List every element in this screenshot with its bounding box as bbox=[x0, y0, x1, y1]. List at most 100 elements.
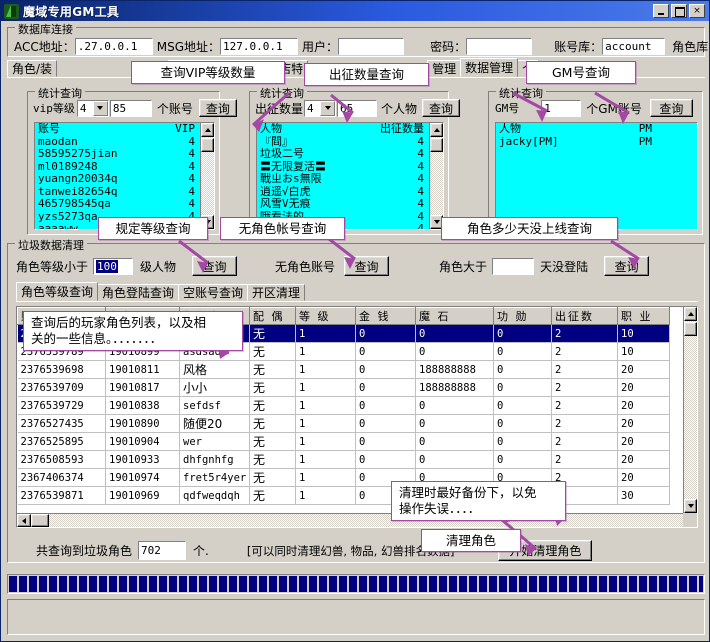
table-cell[interactable]: 0 bbox=[356, 361, 416, 379]
table-cell[interactable]: 19010890 bbox=[106, 415, 180, 433]
table-cell[interactable]: 0 bbox=[416, 433, 494, 451]
table-cell[interactable]: 2376508593 bbox=[18, 451, 106, 469]
minimize-button[interactable] bbox=[653, 4, 669, 18]
table-cell[interactable]: 无 bbox=[250, 469, 296, 487]
user-input[interactable] bbox=[338, 38, 404, 55]
table-cell[interactable]: 1 bbox=[296, 397, 356, 415]
table-cell[interactable]: dhfgnhfg bbox=[180, 451, 250, 469]
table-cell[interactable]: 0 bbox=[494, 343, 552, 361]
table-cell[interactable]: 0 bbox=[494, 325, 552, 343]
total-junk-value[interactable]: 702 bbox=[138, 541, 186, 560]
table-cell[interactable]: 0 bbox=[494, 379, 552, 397]
table-cell[interactable]: 30 bbox=[618, 487, 670, 505]
table-cell[interactable]: fret5r4yer bbox=[180, 469, 250, 487]
table-cell[interactable]: 2367406374 bbox=[18, 469, 106, 487]
table-cell[interactable]: 2376539871 bbox=[18, 487, 106, 505]
table-cell[interactable]: 1 bbox=[296, 415, 356, 433]
table-cell[interactable]: sefdsf bbox=[180, 397, 250, 415]
table-cell[interactable]: 2 bbox=[552, 343, 618, 361]
account-db-input[interactable]: account bbox=[602, 38, 665, 55]
table-cell[interactable]: 19010974 bbox=[106, 469, 180, 487]
table-cell[interactable]: 1 bbox=[296, 433, 356, 451]
col-money[interactable]: 金 钱 bbox=[356, 308, 416, 325]
table-cell[interactable]: 20 bbox=[618, 379, 670, 397]
close-button[interactable]: × bbox=[689, 4, 705, 18]
tab-manage[interactable]: 管理 bbox=[427, 60, 461, 77]
gm-account-list[interactable]: 人物 PM jacky[PM]PM bbox=[495, 122, 698, 230]
table-cell[interactable]: 2376527435 bbox=[18, 415, 106, 433]
table-cell[interactable]: 0 bbox=[356, 325, 416, 343]
password-input[interactable] bbox=[466, 38, 532, 55]
table-row[interactable]: 237653987119010969qdfweqdqh无1000230 bbox=[18, 487, 670, 505]
col-level[interactable]: 等 级 bbox=[296, 308, 356, 325]
table-cell[interactable]: 0 bbox=[416, 451, 494, 469]
table-row[interactable]: 236740637419010974fret5r4yer无1000220 bbox=[18, 469, 670, 487]
table-cell[interactable]: 19010838 bbox=[106, 397, 180, 415]
table-cell[interactable]: 20 bbox=[618, 433, 670, 451]
col-battle-count[interactable]: 出征数 bbox=[552, 308, 618, 325]
scroll-down-icon[interactable] bbox=[684, 499, 697, 513]
days-input[interactable] bbox=[492, 258, 534, 275]
table-cell[interactable]: 1 bbox=[296, 451, 356, 469]
col-merit[interactable]: 功 勋 bbox=[494, 308, 552, 325]
table-cell[interactable]: 0 bbox=[416, 397, 494, 415]
list-item[interactable]: yuangn20034q4 bbox=[35, 173, 214, 186]
scroll-track[interactable] bbox=[684, 321, 697, 499]
battle-query-button[interactable]: 查询 bbox=[422, 99, 460, 117]
col-profession[interactable]: 职 业 bbox=[618, 308, 670, 325]
list-item[interactable]: ml01892484 bbox=[35, 161, 214, 174]
level-less-than-input[interactable]: 100 bbox=[93, 258, 133, 275]
days-query-button[interactable]: 查询 bbox=[604, 256, 649, 276]
table-cell[interactable]: 0 bbox=[356, 379, 416, 397]
table-row[interactable]: 237652589519010904wer无1000220 bbox=[18, 433, 670, 451]
table-cell[interactable]: qdfweqdqh bbox=[180, 487, 250, 505]
table-row[interactable]: 237653969819010811风格无101888888880220 bbox=[18, 361, 670, 379]
list-item[interactable]: 58595275jian4 bbox=[35, 148, 214, 161]
vip-count-input[interactable]: 85 bbox=[110, 100, 152, 117]
grid-horizontal-scrollbar[interactable] bbox=[17, 513, 697, 527]
table-cell[interactable]: 20 bbox=[618, 397, 670, 415]
list-item[interactable]: 465798545qa4 bbox=[35, 198, 214, 211]
table-cell[interactable]: 无 bbox=[250, 343, 296, 361]
table-cell[interactable]: 无 bbox=[250, 397, 296, 415]
table-cell[interactable]: 188888888 bbox=[416, 361, 494, 379]
table-cell[interactable]: 20 bbox=[618, 469, 670, 487]
table-cell[interactable]: 无 bbox=[250, 379, 296, 397]
subtab-role-login-query[interactable]: 角色登陆查询 bbox=[97, 284, 179, 301]
table-cell[interactable]: 0 bbox=[494, 397, 552, 415]
table-cell[interactable]: 随便20 bbox=[180, 415, 250, 433]
scroll-thumb[interactable] bbox=[684, 322, 697, 336]
grid-vertical-scrollbar[interactable] bbox=[683, 307, 697, 513]
vip-account-list[interactable]: 账号 VIP maodan4 58595275jian4 ml01892484 … bbox=[34, 122, 215, 230]
table-cell[interactable]: 10 bbox=[618, 343, 670, 361]
table-cell[interactable]: 无 bbox=[250, 361, 296, 379]
list-item[interactable]: 〓无限复活〓4 bbox=[257, 161, 443, 174]
table-cell[interactable]: 0 bbox=[416, 325, 494, 343]
chevron-down-icon[interactable] bbox=[93, 101, 108, 116]
table-cell[interactable]: 2376539709 bbox=[18, 379, 106, 397]
list-item[interactable]: maodan4 bbox=[35, 136, 214, 149]
table-cell[interactable]: 0 bbox=[494, 451, 552, 469]
table-cell[interactable]: 1 bbox=[296, 379, 356, 397]
acc-address-input[interactable]: .27.0.0.1 bbox=[75, 38, 153, 55]
col-spouse[interactable]: 配 偶 bbox=[250, 308, 296, 325]
subtab-empty-account-query[interactable]: 空账号查询 bbox=[178, 284, 248, 301]
table-cell[interactable]: 19010904 bbox=[106, 433, 180, 451]
table-cell[interactable]: 1 bbox=[296, 361, 356, 379]
table-cell[interactable]: 0 bbox=[494, 415, 552, 433]
table-cell[interactable]: 0 bbox=[494, 433, 552, 451]
table-cell[interactable]: 1 bbox=[296, 487, 356, 505]
table-cell[interactable]: 无 bbox=[250, 451, 296, 469]
table-cell[interactable]: 小小 bbox=[180, 379, 250, 397]
vip-query-button[interactable]: 查询 bbox=[199, 99, 237, 117]
table-cell[interactable]: 2 bbox=[552, 451, 618, 469]
level-query-button[interactable]: 查询 bbox=[192, 256, 237, 276]
scroll-thumb[interactable] bbox=[201, 138, 214, 152]
table-cell[interactable]: 0 bbox=[494, 361, 552, 379]
list-item[interactable]: 『閰』4 bbox=[257, 136, 443, 149]
table-cell[interactable]: 0 bbox=[356, 415, 416, 433]
table-cell[interactable]: 2376539729 bbox=[18, 397, 106, 415]
list-item[interactable]: jacky[PM]PM bbox=[496, 136, 697, 149]
table-cell[interactable]: 2 bbox=[552, 379, 618, 397]
col-magic-stone[interactable]: 魔 石 bbox=[416, 308, 494, 325]
